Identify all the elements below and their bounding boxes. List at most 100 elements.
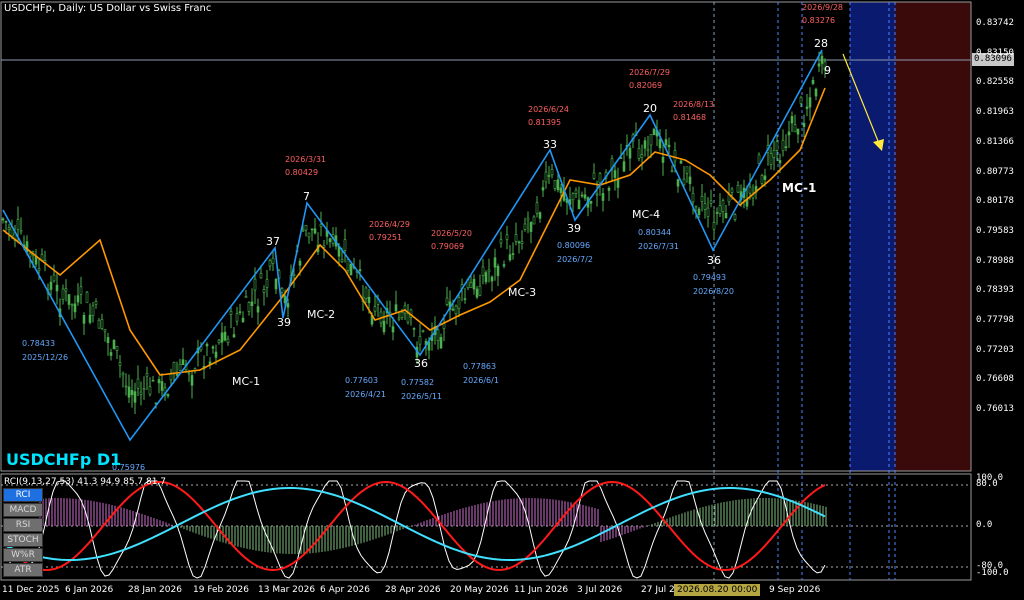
candle-body	[583, 194, 587, 199]
candle-body	[757, 154, 761, 164]
candle-body	[526, 217, 530, 221]
candle-body	[670, 170, 674, 172]
pivot-date: 2026/8/20	[693, 287, 734, 296]
candle-body	[382, 320, 386, 333]
candle-body	[682, 178, 686, 186]
candle-body	[730, 188, 734, 193]
price-tick-label: 0.83742	[976, 18, 1014, 28]
candle-body	[790, 116, 794, 124]
time-tick-label: 6 Apr 2026	[320, 585, 370, 595]
wave-label: MC-2	[307, 308, 335, 321]
time-tick-label: 9 Sep 2026	[769, 585, 821, 595]
pivot-price: 0.83276	[802, 16, 835, 25]
candle-body	[67, 294, 71, 305]
time-tick-label: 6 Jan 2026	[65, 585, 114, 595]
candle-body	[157, 379, 161, 384]
candle-body	[544, 171, 548, 183]
candle-body	[124, 385, 128, 388]
candle-body	[532, 216, 536, 225]
candle-body	[667, 144, 671, 148]
pivot-price: 0.80096	[557, 241, 590, 250]
candle-body	[649, 134, 653, 146]
candle-body	[700, 195, 704, 202]
candle-body	[721, 200, 725, 212]
candle-body	[91, 305, 95, 317]
candle-body	[733, 214, 737, 220]
indicator-tab-stoch[interactable]: STOCH	[3, 533, 43, 547]
forecast-zone-red	[895, 2, 971, 471]
pivot-date: 2026/7/31	[638, 242, 679, 251]
candle-body	[778, 160, 782, 164]
pivot-date: 2026/4/21	[345, 390, 386, 399]
candle-body	[454, 305, 458, 314]
crosshair-date-box: 2026.08.20 00:00	[674, 584, 761, 596]
candle-body	[232, 334, 236, 338]
pivot-date: 2026/7/29	[629, 68, 670, 77]
indicator-label: RCI(9,13,27,53) 41.3 94.9 85.7 81.7	[4, 477, 167, 487]
candle-body	[478, 285, 482, 296]
candle-body	[49, 281, 53, 290]
candle-body	[166, 394, 170, 397]
candle-body	[97, 319, 101, 329]
pivot-date: 2026/8/13	[673, 100, 714, 109]
candle-body	[697, 208, 701, 215]
candle-body	[814, 88, 818, 97]
candle-body	[529, 221, 533, 232]
pivot-date: 2026/6/1	[463, 376, 499, 385]
price-tick-label: 0.83150	[976, 47, 1014, 58]
candle-body	[502, 264, 506, 267]
candle-body	[574, 189, 578, 194]
candle-body	[313, 228, 317, 234]
candle-body	[571, 193, 575, 201]
wave-label: 39	[567, 222, 581, 235]
time-tick-label: 3 Jul 2026	[577, 585, 623, 595]
candle-body	[457, 297, 461, 309]
candle-body	[79, 286, 83, 295]
time-tick-label: 28 Jan 2026	[128, 585, 182, 595]
forecast-zone-blue	[850, 2, 895, 471]
candle-body	[301, 229, 305, 232]
candle-body	[274, 279, 278, 290]
candle-body	[472, 278, 476, 290]
price-tick-label: 0.82558	[976, 77, 1014, 88]
candle-body	[265, 279, 269, 288]
candle-body	[145, 372, 149, 377]
candle-body	[238, 311, 242, 313]
candle-body	[280, 288, 284, 293]
indicator-tab-rci[interactable]: RCI	[3, 488, 43, 502]
pivot-date: 2026/9/28	[802, 3, 843, 12]
candle-body	[796, 128, 800, 135]
indicator-tab-macd[interactable]: MACD	[3, 503, 43, 517]
indicator-tab-atr[interactable]: ATR	[3, 563, 43, 577]
candle-body	[691, 192, 695, 203]
candle-body	[673, 150, 677, 162]
candle-body	[679, 160, 683, 164]
candle-body	[7, 227, 11, 231]
indicator-tabs: RCI MACD RSI STOCH W%R ATR	[3, 488, 43, 578]
candle-body	[598, 173, 602, 184]
price-tick-label: 0.79583	[976, 225, 1014, 236]
candle-body	[4, 221, 8, 223]
candle-body	[136, 378, 140, 389]
candle-body	[637, 148, 641, 159]
candle-body	[715, 212, 719, 214]
indicator-tab-wr[interactable]: W%R	[3, 548, 43, 562]
pivot-date: 2026/6/24	[528, 105, 569, 114]
candle-body	[400, 311, 404, 318]
indicator-tab-rsi[interactable]: RSI	[3, 518, 43, 532]
candle-body	[151, 379, 155, 382]
candle-body	[394, 304, 398, 312]
time-tick-label: 13 Mar 2026	[258, 585, 316, 595]
time-tick-label: 11 Dec 2025	[2, 585, 60, 595]
price-chart[interactable]: 37 39 7 36 33 39 20 36 28 9 MC-1 MC-2 MC-3 MC-4 MC-1 0…	[0, 0, 1024, 600]
pivot-price: 0.81395	[528, 118, 561, 127]
candle-body	[496, 265, 500, 276]
wave-labels: 37 39 7 36 33 39 20 36 28 9 MC-1 MC-2 MC-3 MC-4 MC-1	[232, 37, 831, 388]
candle-body	[490, 276, 494, 282]
pivot-date: 2026/7/2	[557, 255, 593, 264]
candle-body	[613, 170, 617, 178]
candle-body	[640, 154, 644, 158]
candle-body	[253, 278, 257, 291]
candle-body	[628, 147, 632, 159]
candle-body	[811, 79, 815, 84]
